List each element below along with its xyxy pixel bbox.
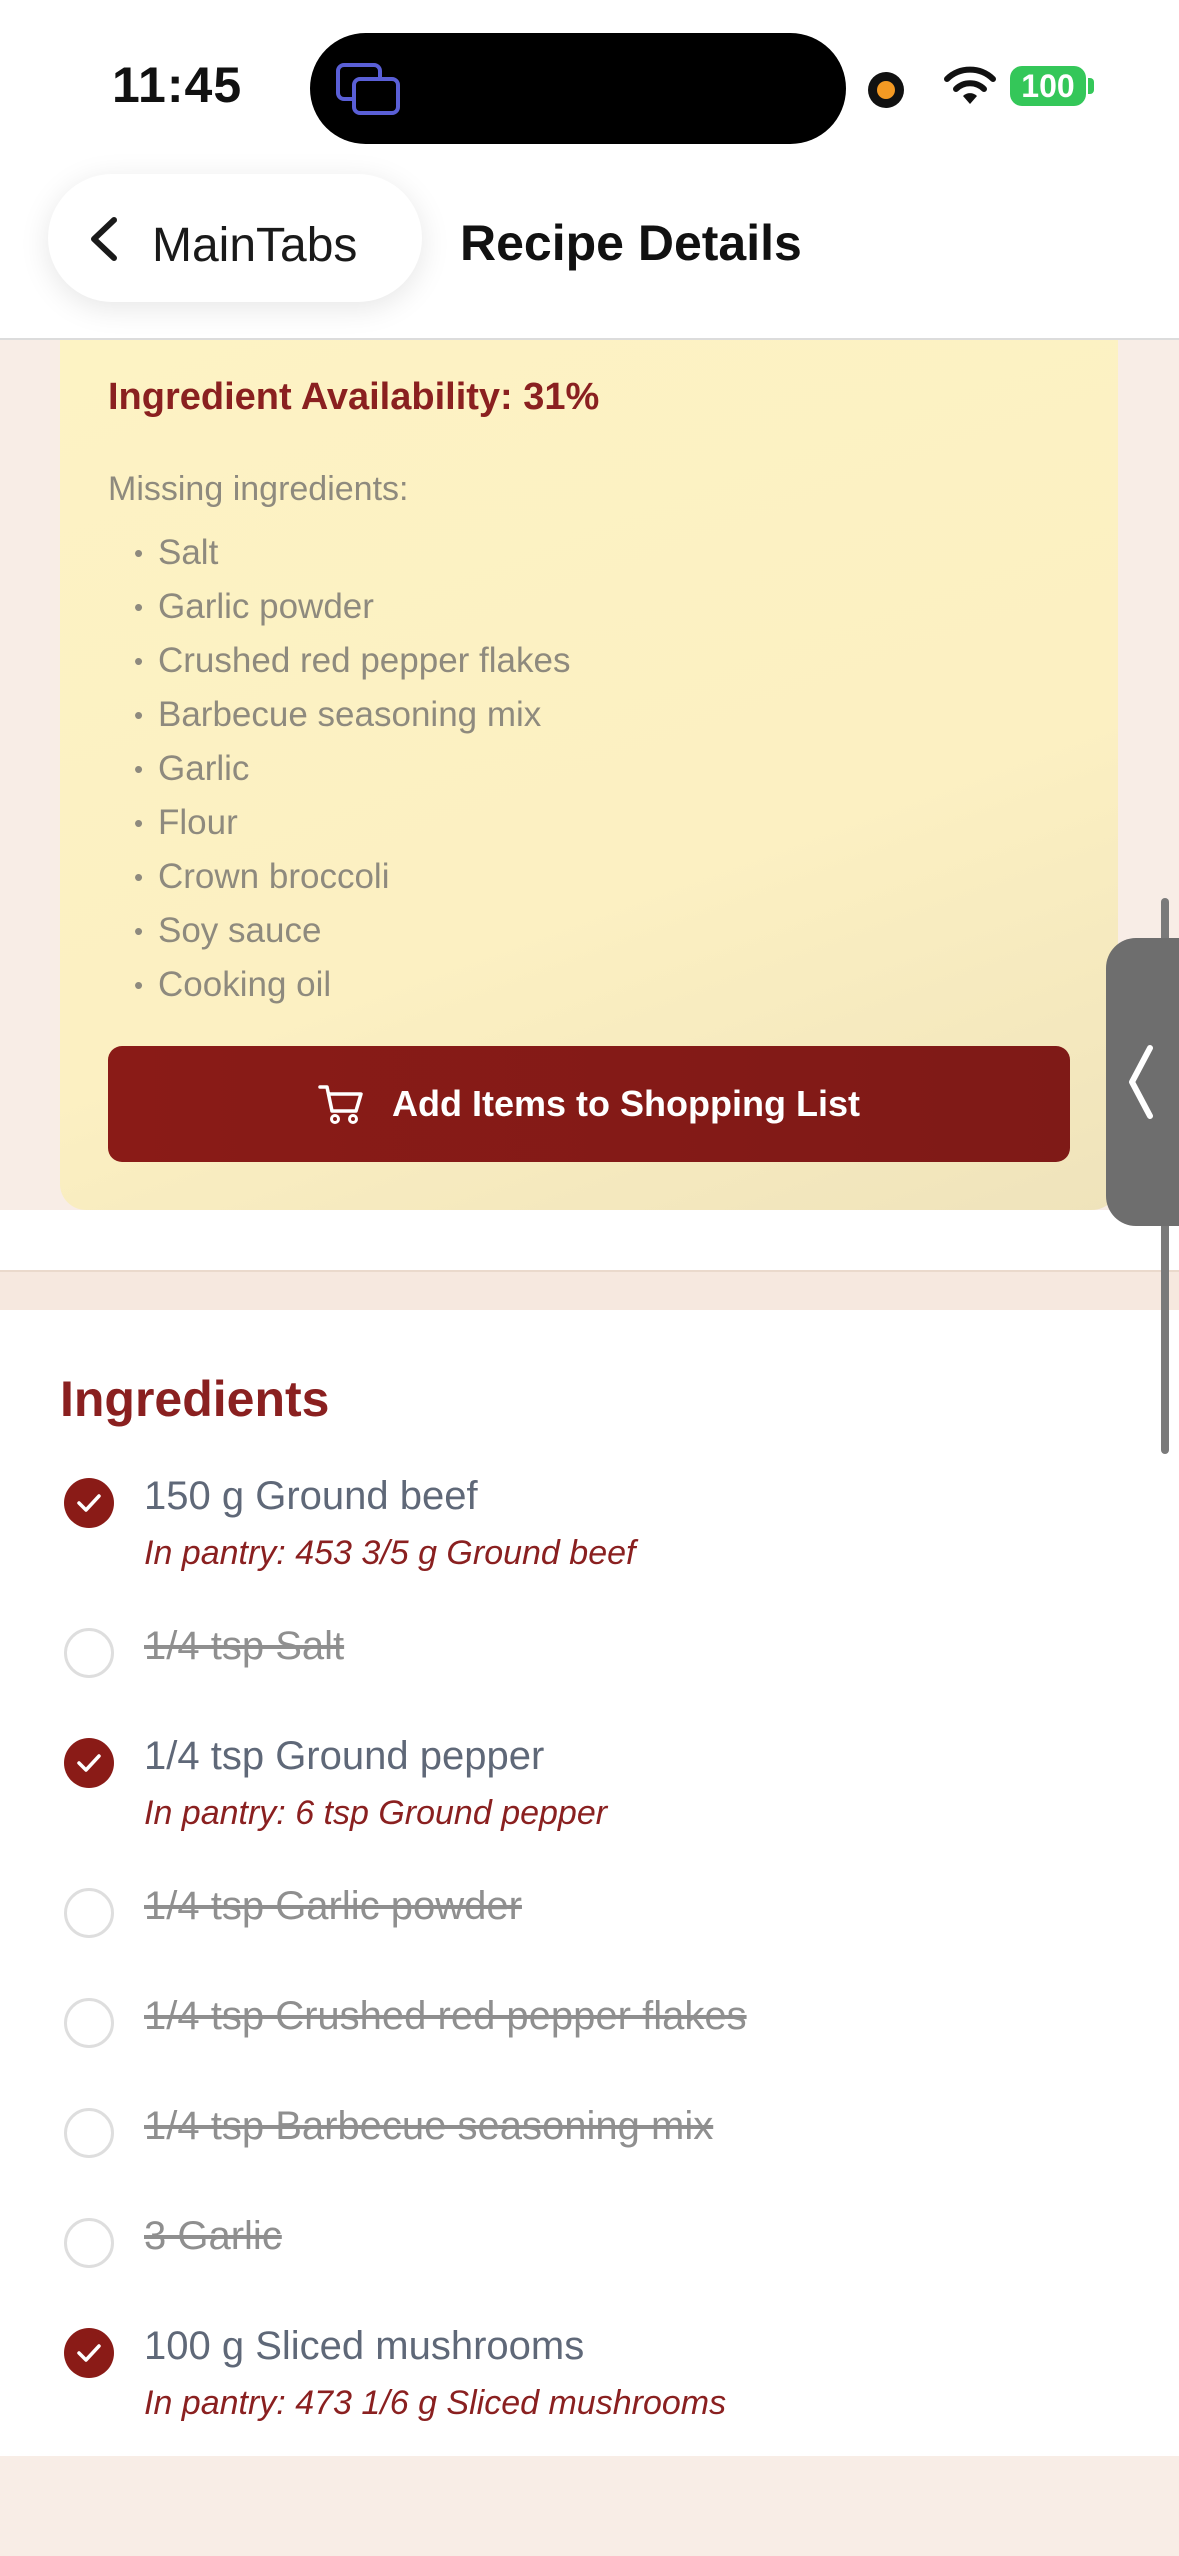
add-to-shopping-list-label: Add Items to Shopping List: [392, 1083, 860, 1124]
camera-indicator-icon: [868, 72, 904, 108]
ingredients-section: Ingredients 150 g Ground beef In pantry:…: [0, 1310, 1179, 2456]
unchecked-circle-icon[interactable]: [64, 1888, 114, 1938]
chevron-left-icon: [91, 217, 117, 261]
bullet-icon: •: [134, 969, 144, 1000]
missing-ingredient-name: Salt: [158, 533, 219, 572]
availability-title: Ingredient Availability: 31%: [108, 376, 600, 418]
missing-ingredient-name: Crushed red pepper flakes: [158, 641, 571, 680]
ingredient-name: 1/4 tsp Ground pepper: [144, 1734, 545, 1778]
page-title: Recipe Details: [460, 215, 802, 271]
bullet-icon: •: [134, 591, 144, 622]
side-drawer-handle[interactable]: [1106, 938, 1179, 1226]
bullet-icon: •: [134, 915, 144, 946]
unchecked-circle-icon[interactable]: [64, 2218, 114, 2268]
missing-ingredient-name: Flour: [158, 803, 238, 842]
status-bar: 11:45 100: [0, 0, 1179, 170]
missing-ingredient-name: Garlic powder: [158, 587, 374, 626]
missing-ingredient-name: Crown broccoli: [158, 857, 390, 896]
add-to-shopping-list-button[interactable]: Add Items to Shopping List: [108, 1046, 1070, 1162]
bullet-icon: •: [134, 861, 144, 892]
bottom-background: [0, 2456, 1179, 2556]
missing-ingredient-name: Garlic: [158, 749, 250, 788]
missing-ingredient-item: • Cooking oil: [134, 958, 570, 1012]
ingredients-heading: Ingredients: [60, 1371, 330, 1427]
missing-ingredient-name: Cooking oil: [158, 965, 332, 1004]
card-bottom-spacer: [0, 1210, 1179, 1270]
ingredient-name: 150 g Ground beef: [144, 1474, 478, 1518]
navigation-bar: MainTabs Recipe Details: [0, 170, 1179, 340]
missing-ingredient-item: • Garlic powder: [134, 580, 570, 634]
missing-ingredient-item: • Salt: [134, 526, 570, 580]
wifi-icon: [944, 66, 996, 104]
battery-icon: 100: [1010, 66, 1086, 106]
clock-time: 11:45: [112, 57, 243, 113]
missing-ingredient-name: Soy sauce: [158, 911, 322, 950]
missing-ingredient-item: • Crown broccoli: [134, 850, 570, 904]
bullet-icon: •: [134, 699, 144, 730]
bullet-icon: •: [134, 537, 144, 568]
ingredient-name: 1/4 tsp Crushed red pepper flakes: [144, 1994, 747, 2038]
bullet-icon: •: [134, 807, 144, 838]
missing-ingredient-item: • Barbecue seasoning mix: [134, 688, 570, 742]
screen-mirroring-icon: [336, 63, 400, 115]
ingredient-name: 1/4 tsp Barbecue seasoning mix: [144, 2104, 714, 2148]
checked-circle-icon[interactable]: [64, 1738, 114, 1788]
bullet-icon: •: [134, 645, 144, 676]
checked-circle-icon[interactable]: [64, 2328, 114, 2378]
section-divider: [0, 1270, 1179, 1310]
unchecked-circle-icon[interactable]: [64, 1628, 114, 1678]
pantry-note: In pantry: 473 1/6 g Sliced mushrooms: [144, 2384, 727, 2422]
ingredient-availability-card: Ingredient Availability: 31% Missing ing…: [60, 340, 1118, 1210]
ingredient-name: 1/4 tsp Salt: [144, 1624, 345, 1668]
dynamic-island: [310, 33, 846, 144]
ingredient-name: 100 g Sliced mushrooms: [144, 2324, 585, 2368]
chevron-left-icon: [1129, 1045, 1153, 1119]
missing-ingredient-name: Barbecue seasoning mix: [158, 695, 542, 734]
unchecked-circle-icon[interactable]: [64, 1998, 114, 2048]
back-button-label: MainTabs: [152, 219, 358, 272]
missing-ingredient-item: • Flour: [134, 796, 570, 850]
checked-circle-icon[interactable]: [64, 1478, 114, 1528]
missing-ingredients-label: Missing ingredients:: [108, 470, 409, 508]
pantry-note: In pantry: 6 tsp Ground pepper: [144, 1794, 608, 1832]
shopping-cart-icon: [318, 1085, 363, 1124]
battery-nub: [1088, 78, 1094, 94]
bullet-icon: •: [134, 753, 144, 784]
pantry-note: In pantry: 453 3/5 g Ground beef: [144, 1534, 636, 1572]
ingredient-name: 1/4 tsp Garlic powder: [144, 1884, 522, 1928]
back-button[interactable]: MainTabs: [48, 174, 422, 302]
unchecked-circle-icon[interactable]: [64, 2108, 114, 2158]
missing-ingredient-item: • Crushed red pepper flakes: [134, 634, 570, 688]
missing-ingredient-item: • Garlic: [134, 742, 570, 796]
missing-ingredient-item: • Soy sauce: [134, 904, 570, 958]
missing-ingredients-list: • Salt • Garlic powder • Crushed red pepper…: [134, 526, 570, 1012]
ingredient-name: 3 Garlic: [144, 2214, 282, 2258]
